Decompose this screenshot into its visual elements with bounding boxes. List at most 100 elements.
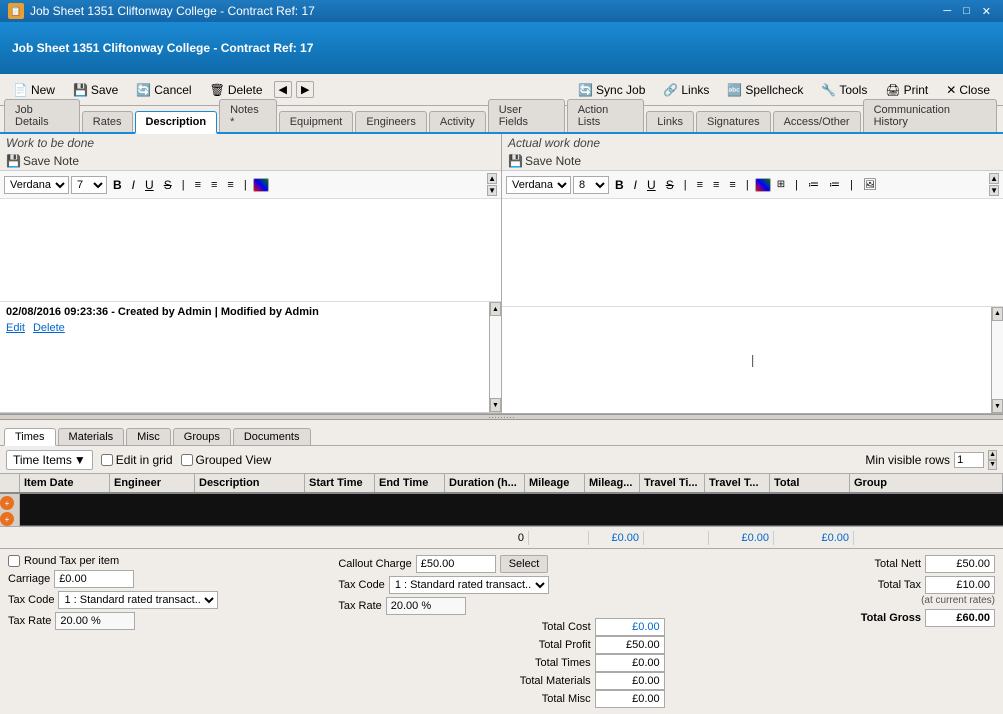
tab-rates[interactable]: Rates <box>82 111 133 132</box>
color-btn-left[interactable] <box>253 178 269 192</box>
align-center-btn-left[interactable]: ≡ <box>207 177 221 193</box>
save-note-right-bar: 💾 Save Note <box>502 152 1003 171</box>
col-header-mileage2[interactable]: Mileag... <box>585 474 640 492</box>
tax-code-select-2[interactable]: 1 : Standard rated transact... <box>389 576 549 594</box>
save-note-left-button[interactable]: 💾 Save Note <box>6 154 79 168</box>
col-header-end-time[interactable]: End Time <box>375 474 445 492</box>
carriage-input[interactable] <box>54 570 134 588</box>
spellcheck-button[interactable]: 🔤 Spellcheck <box>720 80 810 100</box>
color-btn-right[interactable] <box>755 178 771 192</box>
grouped-view-label[interactable]: Grouped View <box>181 453 272 467</box>
sub-tab-misc[interactable]: Misc <box>126 428 171 445</box>
bold-btn-left[interactable]: B <box>109 176 126 194</box>
maximize-button[interactable]: □ <box>959 5 974 18</box>
min-rows-input[interactable] <box>954 452 984 468</box>
align-right-btn-right[interactable]: ≡ <box>725 177 739 193</box>
bold-btn-right[interactable]: B <box>611 176 628 194</box>
grouped-view-checkbox[interactable] <box>181 454 193 466</box>
callout-input[interactable] <box>416 555 496 573</box>
vscroll-down-left[interactable]: ▼ <box>490 398 501 412</box>
italic-btn-left[interactable]: I <box>128 176 139 194</box>
table-btn-right[interactable]: ⊞ <box>773 177 789 192</box>
font-select-right[interactable]: Verdana <box>506 176 571 194</box>
sync-button[interactable]: 🔄 Sync Job <box>571 80 652 100</box>
add-row-btn-1[interactable]: + <box>0 496 14 510</box>
delete-button[interactable]: 🗑 Delete <box>203 80 270 100</box>
col-header-duration[interactable]: Duration (h... <box>445 474 525 492</box>
edit-in-grid-label[interactable]: Edit in grid <box>101 453 173 467</box>
col-header-travel-t2[interactable]: Travel T... <box>705 474 770 492</box>
tax-code-select-1[interactable]: 1 : Standard rated transact... <box>58 591 218 609</box>
edit-link[interactable]: Edit <box>6 322 25 334</box>
text-input-left[interactable] <box>0 199 501 301</box>
rows-down-btn[interactable]: ▼ <box>988 460 997 470</box>
align-left-btn-left[interactable]: ≡ <box>191 177 205 193</box>
tab-job-details[interactable]: Job Details <box>4 99 80 132</box>
tab-user-fields[interactable]: User Fields <box>488 99 565 132</box>
close-button[interactable]: ✕ Close <box>939 80 997 100</box>
minimize-button[interactable]: ─ <box>939 5 955 18</box>
vscroll-down-right[interactable]: ▼ <box>992 399 1003 413</box>
size-select-right[interactable]: 8 <box>573 176 609 194</box>
save-note-right-button[interactable]: 💾 Save Note <box>508 154 581 168</box>
scroll-up-right[interactable]: ▲ <box>989 173 999 184</box>
add-row-btn-2[interactable]: + <box>0 512 14 526</box>
edit-in-grid-checkbox[interactable] <box>101 454 113 466</box>
col-header-item-date[interactable]: Item Date <box>20 474 110 492</box>
save-button[interactable]: 💾 Save <box>66 80 125 100</box>
col-header-travel-time[interactable]: Travel Ti... <box>640 474 705 492</box>
align-left-btn-right[interactable]: ≡ <box>693 177 707 193</box>
time-items-dropdown[interactable]: Time Items ▼ <box>6 450 93 470</box>
underline-btn-right[interactable]: U <box>643 176 660 194</box>
col-header-total[interactable]: Total <box>770 474 850 492</box>
strikethrough-btn-right[interactable]: S <box>662 176 678 194</box>
tab-activity[interactable]: Activity <box>429 111 486 132</box>
tab-comm-history[interactable]: Communication History <box>863 99 997 132</box>
tab-description[interactable]: Description <box>135 111 218 134</box>
sub-tab-groups[interactable]: Groups <box>173 428 231 445</box>
img-btn-right[interactable]: 🖼 <box>859 176 881 193</box>
align-center-btn-right[interactable]: ≡ <box>709 177 723 193</box>
close-window-button[interactable]: ✕ <box>978 5 995 18</box>
scroll-up-left[interactable]: ▲ <box>487 173 497 184</box>
tab-signatures[interactable]: Signatures <box>696 111 771 132</box>
text-input-right[interactable] <box>502 199 1003 306</box>
tools-button[interactable]: 🔧 Tools <box>814 80 874 100</box>
col-header-group[interactable]: Group <box>850 474 1003 492</box>
round-tax-checkbox[interactable] <box>8 555 20 567</box>
sub-tab-documents[interactable]: Documents <box>233 428 311 445</box>
tab-equipment[interactable]: Equipment <box>279 111 354 132</box>
vscroll-up-right[interactable]: ▲ <box>992 307 1003 321</box>
align-right-btn-left[interactable]: ≡ <box>223 177 237 193</box>
tab-links[interactable]: Links <box>646 111 694 132</box>
tab-notes[interactable]: Notes * <box>219 99 277 132</box>
prev-button[interactable]: ◀ <box>274 81 292 98</box>
col-header-engineer[interactable]: Engineer <box>110 474 195 492</box>
col-header-description[interactable]: Description <box>195 474 305 492</box>
underline-btn-left[interactable]: U <box>141 176 158 194</box>
sub-tab-times[interactable]: Times <box>4 428 56 446</box>
col-header-mileage[interactable]: Mileage <box>525 474 585 492</box>
list2-btn-right[interactable]: ≔ <box>825 176 844 193</box>
vscroll-up-left[interactable]: ▲ <box>490 302 501 316</box>
new-button[interactable]: 📄 New <box>6 80 62 100</box>
scroll-down-right[interactable]: ▼ <box>989 185 999 196</box>
italic-btn-right[interactable]: I <box>630 176 641 194</box>
col-header-start-time[interactable]: Start Time <box>305 474 375 492</box>
tab-engineers[interactable]: Engineers <box>355 111 427 132</box>
delete-link[interactable]: Delete <box>33 322 65 334</box>
rows-up-btn[interactable]: ▲ <box>988 450 997 460</box>
next-button[interactable]: ▶ <box>296 81 314 98</box>
strikethrough-btn-left[interactable]: S <box>160 176 176 194</box>
font-select-left[interactable]: Verdana <box>4 176 69 194</box>
list-btn-right[interactable]: ≔ <box>804 176 823 193</box>
cancel-button[interactable]: 🔄 Cancel <box>129 80 198 100</box>
print-button[interactable]: 🖨 Print <box>878 80 935 100</box>
size-select-left[interactable]: 7 <box>71 176 107 194</box>
sub-tab-materials[interactable]: Materials <box>58 428 125 445</box>
links-button[interactable]: 🔗 Links <box>656 80 716 100</box>
scroll-down-left[interactable]: ▼ <box>487 185 497 196</box>
select-button[interactable]: Select <box>500 555 549 573</box>
tab-action-lists[interactable]: Action Lists <box>567 99 645 132</box>
tab-access-other[interactable]: Access/Other <box>773 111 861 132</box>
